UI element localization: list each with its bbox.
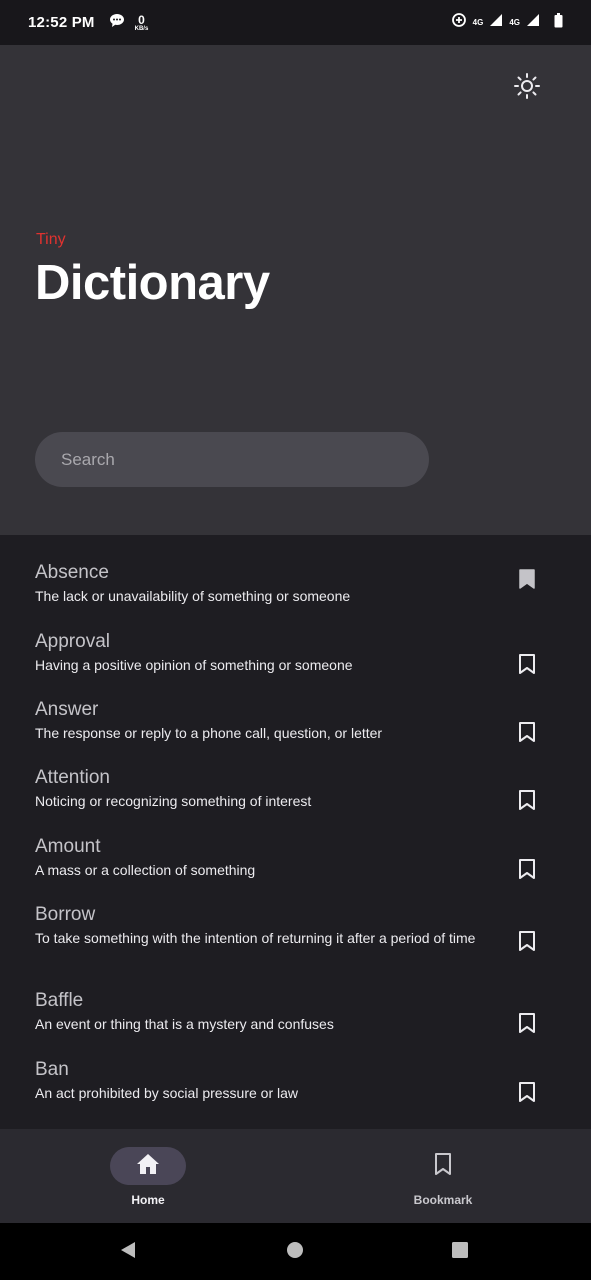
network-label-1: 4G: [472, 18, 484, 27]
list-item[interactable]: Attention Noticing or recognizing somethi…: [0, 766, 591, 835]
word-title: Baffle: [35, 990, 84, 1011]
bookmark-button[interactable]: [515, 1011, 539, 1035]
word-title: Answer: [35, 699, 99, 720]
word-text-block: Baffle An event or thing that is a myster…: [35, 989, 556, 1034]
list-item[interactable]: Approval Having a positive opinion of som…: [0, 630, 591, 698]
page-title: Dictionary: [35, 256, 270, 310]
bookmark-outline-icon: [519, 931, 535, 951]
nav-home-pill: [110, 1147, 186, 1185]
nav-bookmark[interactable]: Bookmark: [383, 1147, 503, 1207]
battery-icon: [554, 12, 563, 33]
recents-button[interactable]: [449, 1241, 471, 1263]
theme-toggle-button[interactable]: [511, 72, 543, 104]
net-speed-unit: KB/s: [134, 25, 149, 32]
word-title: Absence: [35, 562, 109, 583]
nav-bookmark-label: Bookmark: [413, 1193, 473, 1207]
home-circle-icon: [285, 1240, 305, 1265]
status-right-icons: 4G 4G: [451, 12, 563, 33]
word-title: Borrow: [35, 904, 96, 925]
bookmark-button[interactable]: [515, 652, 539, 676]
bookmark-button[interactable]: [515, 567, 539, 591]
bookmark-button[interactable]: [515, 857, 539, 881]
bookmark-icon: [434, 1152, 452, 1181]
word-definition: Having a positive opinion of something o…: [35, 657, 353, 673]
word-definition: An event or thing that is a mystery and …: [35, 1016, 334, 1032]
bottom-nav: Home Bookmark: [0, 1129, 591, 1223]
word-title: Ban: [35, 1059, 69, 1080]
status-time: 12:52 PM: [28, 14, 95, 31]
word-definition: The response or reply to a phone call, q…: [35, 725, 383, 741]
home-system-button[interactable]: [284, 1241, 306, 1263]
word-text-block: Absence The lack or unavailability of som…: [35, 561, 556, 606]
word-text-block: Ban An act prohibited by social pressure …: [35, 1058, 556, 1103]
signal-icon: [526, 13, 540, 32]
nav-bookmark-pill: [405, 1147, 481, 1185]
word-definition: To take something with the intention of …: [35, 930, 476, 946]
word-text-block: Amount A mass or a collection of somethin…: [35, 835, 556, 880]
word-list[interactable]: Absence The lack or unavailability of som…: [0, 535, 591, 1129]
system-nav-bar: [0, 1223, 591, 1280]
search-input[interactable]: [35, 432, 429, 487]
chat-bubble-icon: [109, 13, 125, 33]
status-left-icons: 0 KB/s: [109, 13, 149, 33]
word-definition: A mass or a collection of something: [35, 862, 256, 878]
word-definition: Noticing or recognizing something of int…: [35, 793, 312, 809]
word-definition: The lack or unavailability of something …: [35, 588, 351, 604]
bookmark-button[interactable]: [515, 788, 539, 812]
word-text-block: Answer The response or reply to a phone c…: [35, 698, 556, 743]
word-title: Amount: [35, 836, 101, 857]
signal-icon: [489, 13, 503, 32]
list-item[interactable]: Amount A mass or a collection of somethin…: [0, 835, 591, 903]
network-label-2: 4G: [509, 18, 520, 27]
list-item[interactable]: Absence The lack or unavailability of som…: [0, 561, 591, 630]
list-item[interactable]: Borrow To take something with the intenti…: [0, 903, 591, 989]
bookmark-outline-icon: [519, 1082, 535, 1102]
data-saver-icon: [451, 12, 467, 33]
word-text-block: Approval Having a positive opinion of som…: [35, 630, 556, 675]
bookmark-outline-icon: [519, 654, 535, 674]
nav-home[interactable]: Home: [88, 1147, 208, 1207]
word-text-block: Borrow To take something with the intenti…: [35, 903, 556, 948]
net-speed-value: 0: [138, 12, 145, 27]
bookmark-outline-icon: [519, 790, 535, 810]
nav-home-label: Home: [131, 1193, 165, 1207]
list-item[interactable]: Ban An act prohibited by social pressure …: [0, 1058, 591, 1127]
app-header: Tiny Dictionary: [0, 45, 591, 535]
home-icon: [136, 1153, 160, 1180]
back-triangle-icon: [118, 1240, 138, 1265]
word-definition: An act prohibited by social pressure or …: [35, 1085, 299, 1101]
net-speed: 0 KB/s: [135, 14, 149, 32]
list-item[interactable]: Answer The response or reply to a phone c…: [0, 698, 591, 766]
word-title: Approval: [35, 631, 110, 652]
word-text-block: Attention Noticing or recognizing somethi…: [35, 766, 556, 811]
sun-icon: [513, 72, 541, 105]
word-title: Attention: [35, 767, 110, 788]
bookmark-outline-icon: [519, 1013, 535, 1033]
bookmark-button[interactable]: [515, 929, 539, 953]
bookmark-button[interactable]: [515, 720, 539, 744]
list-item[interactable]: Baffle An event or thing that is a myster…: [0, 989, 591, 1058]
bookmark-button[interactable]: [515, 1080, 539, 1104]
back-button[interactable]: [117, 1241, 139, 1263]
status-bar: 12:52 PM 0 KB/s 4G 4G: [0, 0, 591, 45]
brand-subtitle: Tiny: [36, 231, 66, 248]
bookmark-outline-icon: [519, 859, 535, 879]
bookmark-filled-icon: [519, 569, 535, 589]
recents-square-icon: [450, 1240, 470, 1265]
bookmark-outline-icon: [519, 722, 535, 742]
